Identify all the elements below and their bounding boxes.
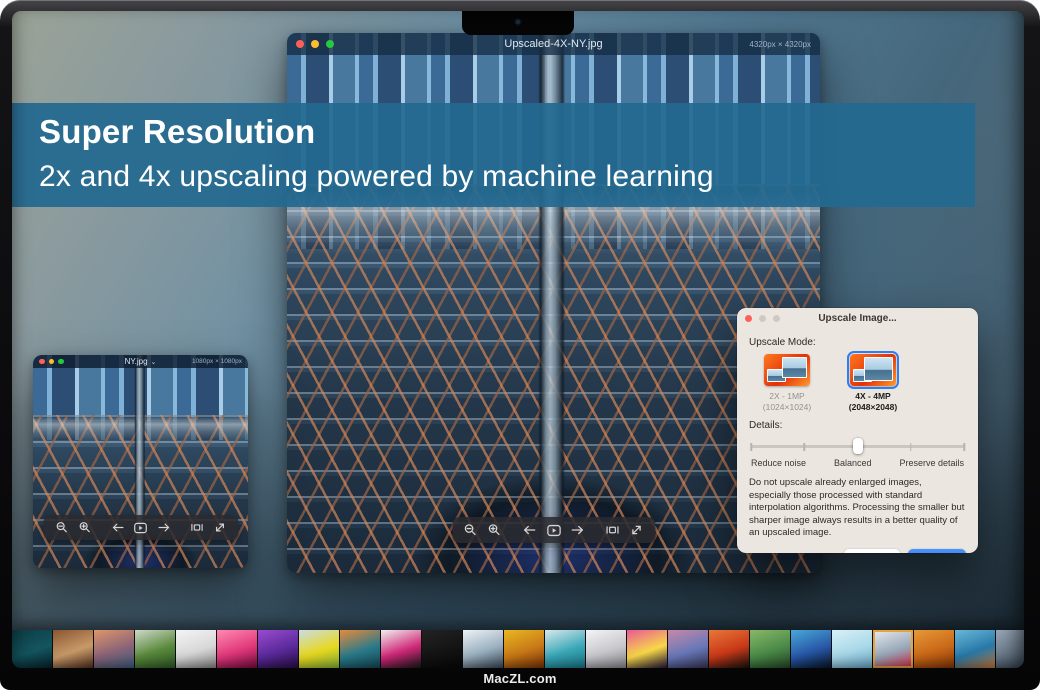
reduce-noise-label: Reduce noise: [751, 458, 806, 468]
image-dimensions-label: 1080px × 1080px: [192, 358, 242, 365]
dialog-title: Upscale Image...: [737, 313, 978, 324]
watermark-label: MacZL.com: [0, 668, 1040, 690]
upscale-mode-options: 2X - 1MP (1024×1024) 4X - 4MP (2048×2048…: [751, 354, 966, 412]
webcam-icon: [516, 20, 521, 25]
fullscreen-expand-icon[interactable]: [211, 519, 228, 536]
bridge-sunset-thumbnail[interactable]: [94, 630, 134, 668]
neon-magenta-thumbnail[interactable]: [217, 630, 257, 668]
dialog-body: Upscale Mode: 2X - 1MP (1024×1024): [737, 328, 978, 553]
zoom-in-icon[interactable]: [76, 519, 93, 536]
promo-canvas: Upscaled-4X-NY.jpg 4320px × 4320px: [0, 0, 1040, 690]
image-dimensions-label: 4320px × 4320px: [749, 40, 811, 49]
details-slider-thumb[interactable]: [853, 438, 863, 454]
yellow-field-thumbnail[interactable]: [299, 630, 339, 668]
traffic-lights: [39, 359, 64, 365]
dark-texture-thumbnail[interactable]: [422, 630, 462, 668]
preserve-details-label: Preserve details: [899, 458, 964, 468]
upscale-mode-label: Upscale Mode:: [749, 337, 966, 348]
ice-blue-thumbnail[interactable]: [832, 630, 872, 668]
small-image-window[interactable]: NY.jpg⌄ 1080px × 1080px: [33, 355, 248, 568]
mode-2x-label: 2X - 1MP: [769, 391, 804, 402]
close-button[interactable]: [39, 359, 45, 365]
white-architecture-thumbnail[interactable]: [873, 630, 913, 668]
minimize-button[interactable]: [311, 40, 319, 48]
mode-2x-thumbnail[interactable]: [764, 354, 810, 386]
fit-width-icon[interactable]: [604, 522, 621, 539]
small-window-titlebar[interactable]: NY.jpg⌄ 1080px × 1080px: [33, 355, 248, 368]
viewer-toolbar: [452, 517, 655, 543]
details-slider[interactable]: [751, 438, 964, 454]
phone-gradient-thumbnail[interactable]: [381, 630, 421, 668]
upscale-warning-text: Do not upscale already enlarged images, …: [749, 477, 966, 540]
green-hills-thumbnail[interactable]: [750, 630, 790, 668]
city-neon-thumbnail[interactable]: [627, 630, 667, 668]
slider-labels: Reduce noise Balanced Preserve details: [751, 458, 964, 468]
zoom-button[interactable]: [326, 40, 334, 48]
mode-4x-thumbnail[interactable]: [850, 354, 896, 386]
blue-stairs-thumbnail[interactable]: [955, 630, 995, 668]
city-skyline-thumbnail[interactable]: [996, 630, 1024, 668]
autumn-tree-thumbnail[interactable]: [504, 630, 544, 668]
pink-mountains-thumbnail[interactable]: [668, 630, 708, 668]
slider-tick: [750, 443, 752, 451]
macbook-screen: Upscaled-4X-NY.jpg 4320px × 4320px: [12, 11, 1024, 668]
dialog-footer: Learn more... Cancel Upscale: [749, 549, 966, 554]
dialog-titlebar[interactable]: Upscale Image...: [737, 308, 978, 328]
teal-wave-building-thumbnail[interactable]: [545, 630, 585, 668]
mountain-lake-thumbnail[interactable]: [340, 630, 380, 668]
macbook-notch: [462, 11, 574, 35]
slider-tick: [804, 443, 806, 451]
balanced-label: Balanced: [834, 458, 872, 468]
previous-image-icon[interactable]: [521, 522, 538, 539]
upscale-button[interactable]: Upscale: [908, 549, 966, 554]
zoom-out-icon[interactable]: [462, 522, 479, 539]
upscaled-photo-graphic: [782, 357, 807, 378]
mode-option-4x[interactable]: 4X - 4MP (2048×2048): [837, 354, 909, 412]
upscale-dialog[interactable]: Upscale Image... Upscale Mode: 2X - 1MP …: [737, 308, 978, 553]
previous-image-icon[interactable]: [109, 519, 126, 536]
fit-width-icon[interactable]: [188, 519, 205, 536]
slider-tick: [910, 443, 912, 451]
feature-banner: Super Resolution 2x and 4x upscaling pow…: [12, 103, 975, 207]
next-image-icon[interactable]: [569, 522, 586, 539]
main-window-titlebar[interactable]: Upscaled-4X-NY.jpg 4320px × 4320px: [287, 33, 820, 55]
star-sculpture-thumbnail[interactable]: [586, 630, 626, 668]
mode-4x-resolution: (2048×2048): [849, 402, 897, 412]
slideshow-play-icon[interactable]: [545, 522, 562, 539]
close-button[interactable]: [296, 40, 304, 48]
agate-swirl-thumbnail[interactable]: [53, 630, 93, 668]
zoom-out-icon[interactable]: [53, 519, 70, 536]
geometric-lines-thumbnail[interactable]: [176, 630, 216, 668]
cancel-button[interactable]: Cancel: [844, 549, 900, 554]
red-sphere-thumbnail[interactable]: [709, 630, 749, 668]
fullscreen-expand-icon[interactable]: [628, 522, 645, 539]
slideshow-play-icon[interactable]: [132, 519, 149, 536]
green-facade-thumbnail[interactable]: [135, 630, 175, 668]
minimize-button[interactable]: [49, 359, 55, 365]
window-title: Upscaled-4X-NY.jpg: [287, 38, 820, 50]
zoom-in-icon[interactable]: [486, 522, 503, 539]
orange-canyon-thumbnail[interactable]: [914, 630, 954, 668]
details-label: Details:: [749, 420, 966, 431]
zoom-button[interactable]: [58, 359, 64, 365]
snow-peak-thumbnail[interactable]: [463, 630, 503, 668]
slider-tick: [963, 443, 965, 451]
seascape-dark-thumbnail[interactable]: [12, 630, 52, 668]
traffic-lights: [296, 40, 334, 48]
viewer-toolbar: [43, 515, 238, 540]
violet-tunnel-thumbnail[interactable]: [258, 630, 298, 668]
banner-title: Super Resolution: [39, 110, 975, 154]
upscaled-photo-graphic: [864, 357, 893, 381]
banner-subtitle: 2x and 4x upscaling powered by machine l…: [39, 154, 975, 200]
mode-4x-label: 4X - 4MP: [855, 391, 890, 402]
mode-2x-resolution: (1024×1024): [763, 402, 811, 412]
mode-option-2x[interactable]: 2X - 1MP (1024×1024): [751, 354, 823, 412]
light-streaks-thumbnail[interactable]: [791, 630, 831, 668]
filmstrip[interactable]: [12, 630, 1024, 668]
title-chevron-icon[interactable]: ⌄: [151, 359, 157, 366]
next-image-icon[interactable]: [155, 519, 172, 536]
